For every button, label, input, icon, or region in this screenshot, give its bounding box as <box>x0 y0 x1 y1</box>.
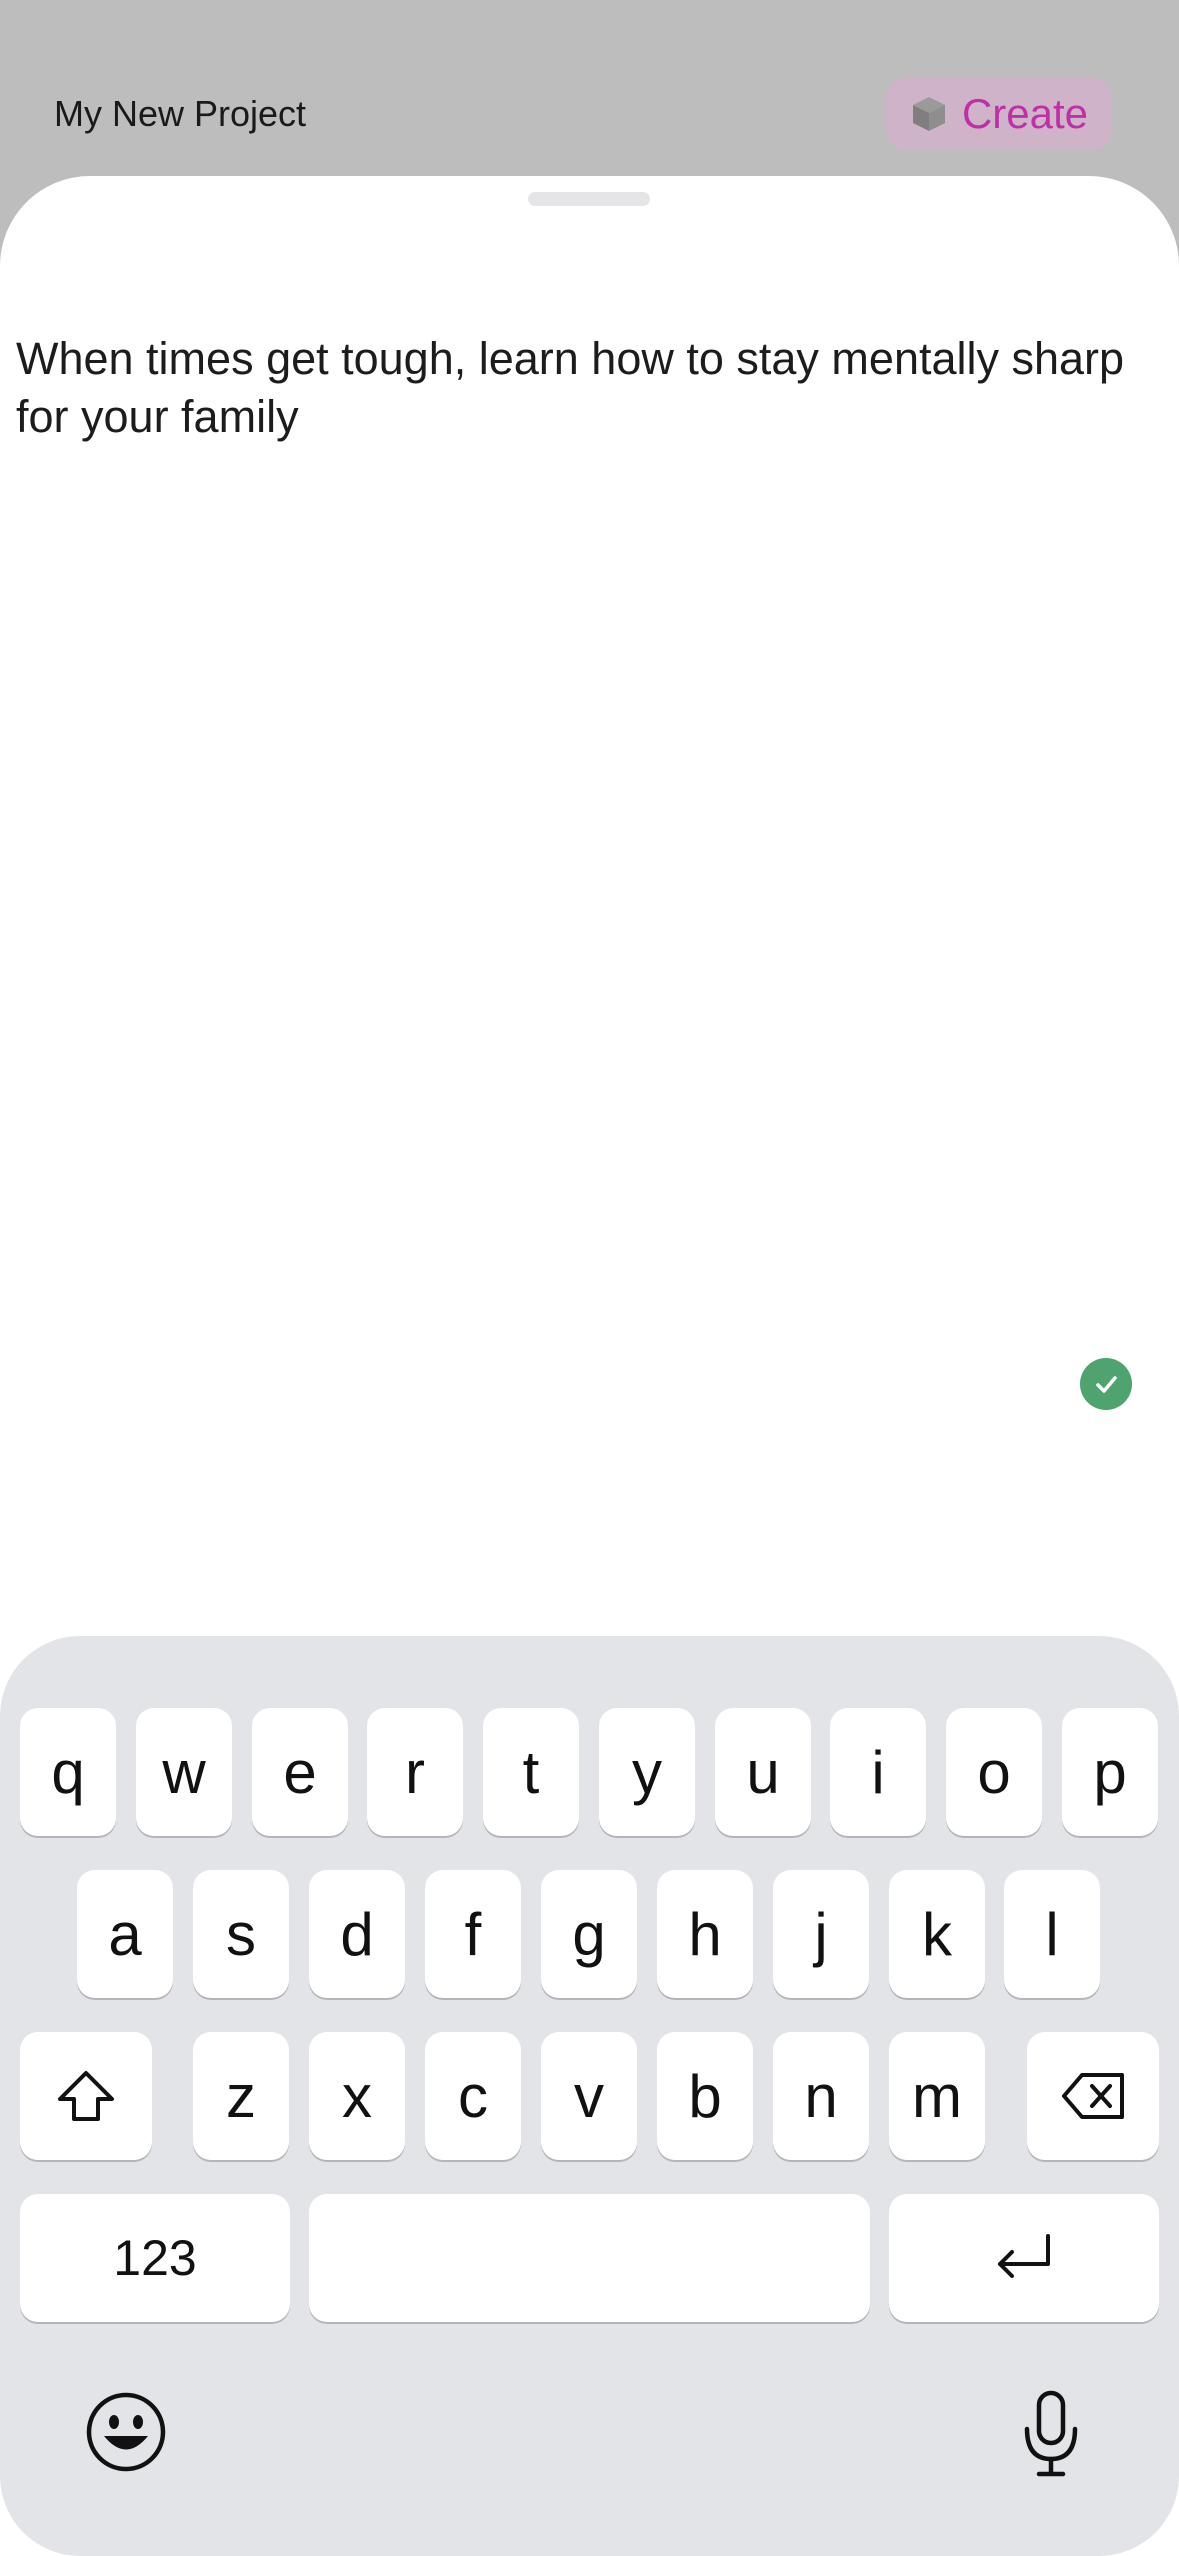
key-g[interactable]: g <box>541 1870 637 1998</box>
sheet-grabber[interactable] <box>528 192 650 206</box>
key-a[interactable]: a <box>77 1870 173 1998</box>
key-h[interactable]: h <box>657 1870 753 1998</box>
key-p[interactable]: p <box>1062 1708 1158 1836</box>
key-i[interactable]: i <box>830 1708 926 1836</box>
key-l[interactable]: l <box>1004 1870 1100 1998</box>
key-y[interactable]: y <box>599 1708 695 1836</box>
key-z[interactable]: z <box>193 2032 289 2160</box>
project-title[interactable]: My New Project <box>54 92 306 136</box>
checkmark-icon[interactable] <box>1080 1358 1132 1410</box>
key-n[interactable]: n <box>773 2032 869 2160</box>
emoji-icon <box>85 2391 167 2478</box>
return-icon <box>992 2232 1056 2284</box>
text-editor[interactable]: When times get tough, learn how to stay … <box>16 330 1156 446</box>
key-m[interactable]: m <box>889 2032 985 2160</box>
key-r[interactable]: r <box>367 1708 463 1836</box>
emoji-button[interactable] <box>84 2392 168 2476</box>
key-s[interactable]: s <box>193 1870 289 1998</box>
key-k[interactable]: k <box>889 1870 985 1998</box>
app-screen: My New Project Create When times get tou… <box>0 0 1179 2556</box>
key-u[interactable]: u <box>715 1708 811 1836</box>
key-e[interactable]: e <box>252 1708 348 1836</box>
key-o[interactable]: o <box>946 1708 1042 1836</box>
shift-icon <box>56 2069 116 2123</box>
return-key[interactable] <box>889 2194 1159 2322</box>
project-header: My New Project Create <box>0 0 1179 200</box>
key-f[interactable]: f <box>425 1870 521 1998</box>
shift-key[interactable] <box>20 2032 152 2160</box>
key-q[interactable]: q <box>20 1708 116 1836</box>
key-w[interactable]: w <box>136 1708 232 1836</box>
key-c[interactable]: c <box>425 2032 521 2160</box>
key-t[interactable]: t <box>483 1708 579 1836</box>
space-key[interactable] <box>309 2194 870 2322</box>
create-button-label: Create <box>961 90 1089 137</box>
delete-key[interactable] <box>1027 2032 1159 2160</box>
create-button[interactable]: Create <box>886 78 1112 150</box>
cube-icon <box>910 95 948 133</box>
key-x[interactable]: x <box>309 2032 405 2160</box>
microphone-button[interactable] <box>1010 2388 1092 2484</box>
microphone-icon <box>1021 2389 1081 2484</box>
keyboard: q w e r t y u i o p a s d f g h j k l z … <box>0 1636 1179 2556</box>
key-b[interactable]: b <box>657 2032 753 2160</box>
numbers-key[interactable]: 123 <box>20 2194 290 2322</box>
key-d[interactable]: d <box>309 1870 405 1998</box>
key-j[interactable]: j <box>773 1870 869 1998</box>
delete-icon <box>1060 2071 1126 2121</box>
key-v[interactable]: v <box>541 2032 637 2160</box>
